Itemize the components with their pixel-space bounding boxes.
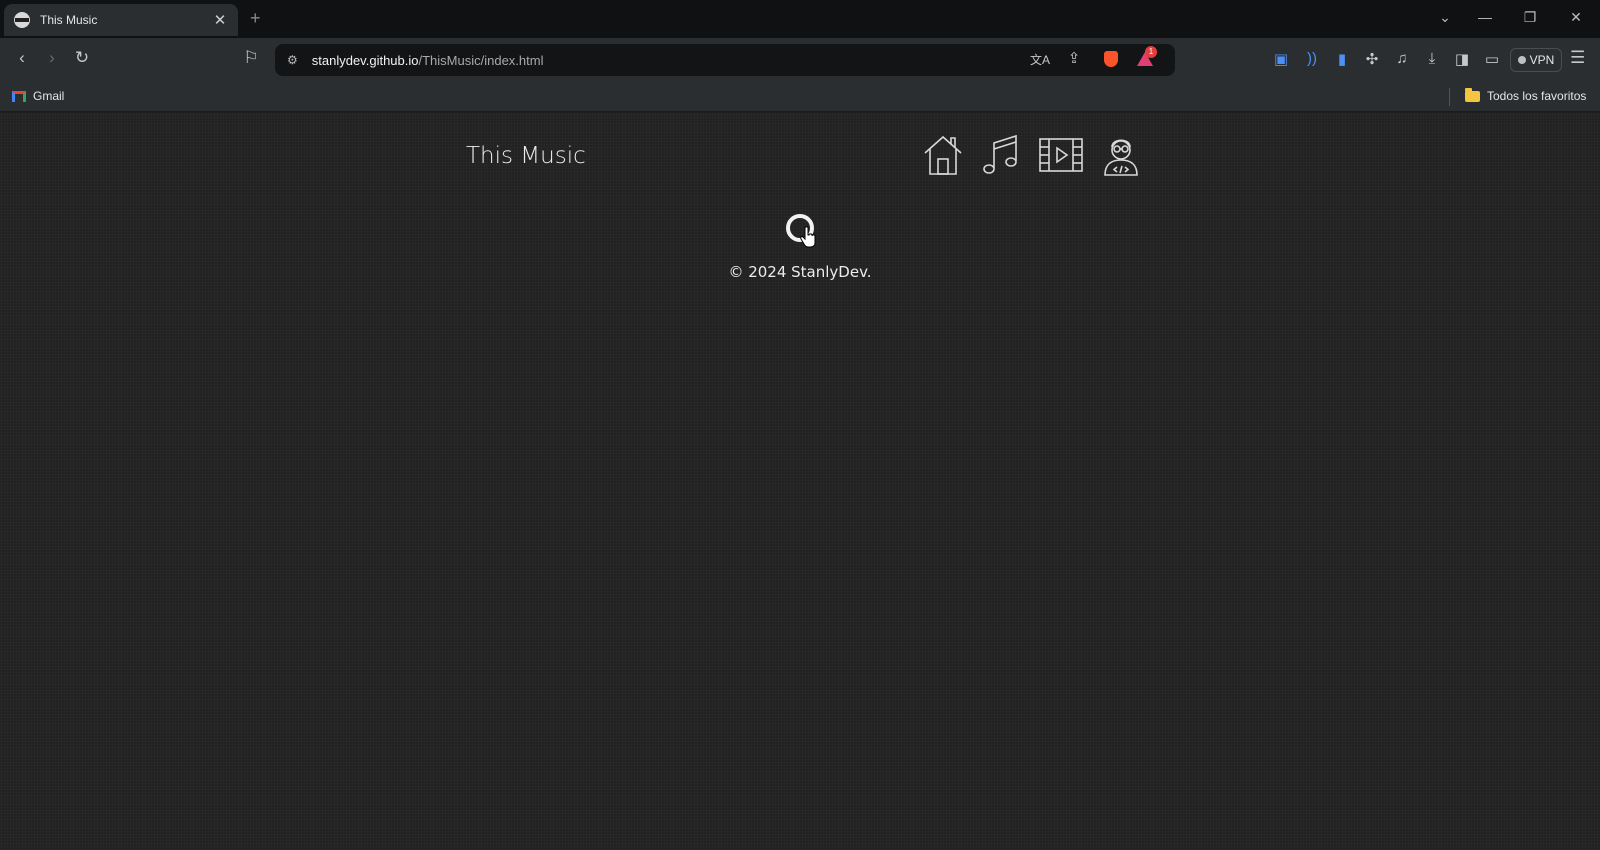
share-icon[interactable]: ⇪ [1064, 49, 1084, 67]
bookmarks-bar: Gmail Todos los favoritos [0, 82, 1600, 112]
site-favicon-icon [14, 12, 30, 28]
developer-icon [1104, 139, 1138, 176]
gmail-icon [12, 90, 26, 102]
crypto-wallet-icon[interactable]: ▭ [1482, 50, 1502, 68]
sidebar-icon[interactable]: ◨ [1452, 50, 1472, 68]
bookmark-page-button[interactable]: ⚐ [241, 48, 261, 68]
hand-cursor-icon [800, 226, 816, 248]
folder-icon [1465, 87, 1480, 102]
bookmark-gmail[interactable]: Gmail [12, 89, 64, 103]
back-button[interactable]: ‹ [12, 48, 32, 68]
vpn-status-icon [1517, 56, 1526, 64]
nav-music[interactable] [980, 133, 1022, 177]
bookmarks-divider [1449, 88, 1450, 106]
speech-ext-icon[interactable]: )) [1302, 50, 1322, 67]
new-tab-button[interactable]: + [250, 8, 261, 29]
translate-ext-icon[interactable]: ▣ [1271, 50, 1291, 68]
url-host: stanlydev.github.io [311, 52, 419, 68]
footer-copyright: © 2024 StanlyDev. [728, 263, 872, 281]
vpn-label: VPN [1529, 53, 1555, 67]
forward-button[interactable]: › [42, 48, 62, 68]
home-icon [924, 135, 962, 175]
brave-shields-icon[interactable] [1104, 51, 1118, 67]
translate-icon[interactable]: 文A [1030, 51, 1050, 68]
nav-home[interactable] [922, 133, 964, 177]
restore-button[interactable]: ❐ [1520, 9, 1540, 26]
site-title[interactable]: This Music [466, 143, 586, 169]
wallet-ext-icon[interactable]: ▮ [1332, 50, 1352, 68]
nav-video[interactable] [1038, 133, 1084, 177]
music-note-icon [983, 134, 1017, 174]
menu-icon[interactable]: ☰ [1570, 48, 1585, 68]
browser-toolbar: ‹ › ↻ ⚐ ⚙ stanlydev.github.io/ThisMusic/… [0, 38, 1600, 82]
url-path: /ThisMusic/index.html [418, 52, 544, 68]
site-info-icon[interactable]: ⚙ [287, 53, 298, 67]
close-window-button[interactable]: ✕ [1566, 9, 1586, 26]
tab-close-icon[interactable]: ✕ [212, 11, 228, 29]
rewards-badge: 1 [1145, 46, 1157, 58]
music-note-icon[interactable]: ♫ [1392, 50, 1412, 67]
tab-this-music[interactable]: This Music ✕ [4, 4, 238, 36]
download-icon[interactable]: ⤓ [1422, 50, 1442, 67]
site-nav [922, 133, 1142, 177]
puzzle-icon[interactable]: ✣ [1362, 50, 1382, 68]
all-favorites-label: Todos los favoritos [1487, 89, 1587, 103]
tab-search-icon[interactable]: ⌄ [1435, 9, 1455, 26]
bookmark-all-favorites[interactable]: Todos los favoritos [1465, 87, 1587, 103]
film-icon [1039, 138, 1083, 172]
page-content: This Music © 2024 StanlyDev. [0, 113, 1600, 850]
vpn-button[interactable]: VPN [1510, 48, 1562, 72]
tab-strip: This Music ✕ + ⌄ — ❐ ✕ [0, 0, 1600, 38]
tab-title: This Music [40, 13, 98, 27]
bookmark-gmail-label: Gmail [33, 89, 65, 103]
minimize-button[interactable]: — [1475, 9, 1495, 25]
reload-button[interactable]: ↻ [72, 48, 92, 68]
nav-developer[interactable] [1100, 133, 1142, 177]
